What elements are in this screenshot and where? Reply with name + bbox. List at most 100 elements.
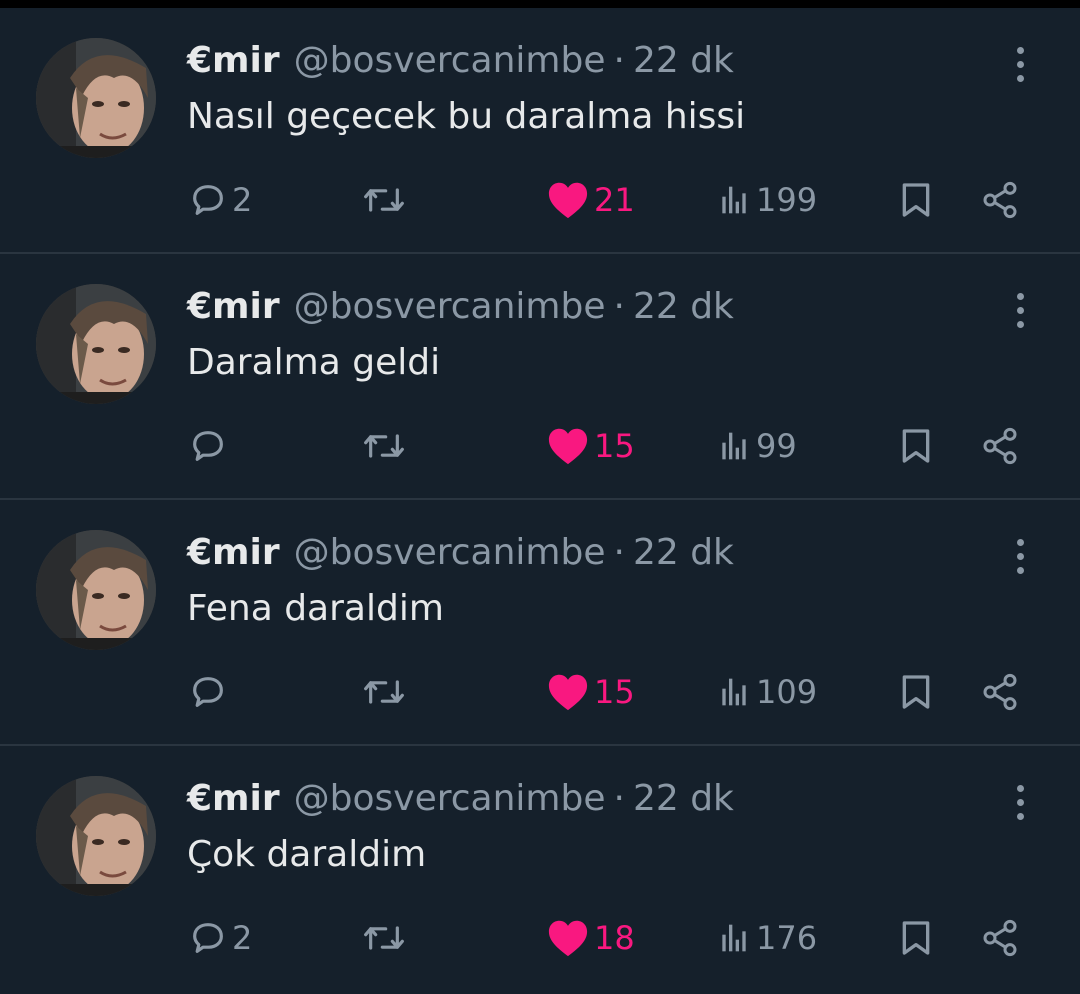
heart-icon [548, 182, 588, 219]
avatar-image [36, 284, 156, 404]
bookmark-button[interactable] [896, 668, 936, 716]
heart-icon [548, 674, 588, 711]
views-button[interactable]: 199 [716, 176, 817, 224]
heart-icon [548, 920, 588, 957]
avatar[interactable] [36, 284, 156, 404]
like-count: 18 [594, 919, 635, 957]
views-icon [722, 432, 746, 460]
views-button[interactable]: 99 [716, 422, 797, 470]
avatar[interactable] [36, 530, 156, 650]
more-icon[interactable] [1004, 42, 1036, 86]
reply-icon [193, 431, 223, 461]
share-button[interactable] [978, 668, 1022, 716]
share-icon [983, 427, 1017, 465]
bookmark-icon [902, 429, 930, 463]
display-name[interactable]: €mir [187, 532, 280, 573]
like-button[interactable]: 15 [546, 668, 635, 716]
tweet[interactable]: €mir @bosvercanimbe · 22 dk Daralma geld… [0, 254, 1080, 500]
tweet-header: €mir @bosvercanimbe · 22 dk [187, 530, 734, 574]
retweet-icon [364, 434, 404, 458]
bookmark-button[interactable] [896, 422, 936, 470]
share-button[interactable] [978, 422, 1022, 470]
timestamp[interactable]: 22 dk [633, 40, 734, 81]
share-button[interactable] [978, 176, 1022, 224]
avatar-image [36, 776, 156, 896]
like-count: 21 [594, 181, 635, 219]
tweet[interactable]: €mir @bosvercanimbe · 22 dk Nasıl geçece… [0, 8, 1080, 254]
display-name[interactable]: €mir [187, 286, 280, 327]
action-bar: 2 21 199 [0, 176, 1080, 224]
tweet-text: Nasıl geçecek bu daralma hissi [187, 96, 746, 137]
reply-count: 2 [232, 919, 253, 957]
like-button[interactable]: 21 [546, 176, 635, 224]
more-icon[interactable] [1004, 288, 1036, 332]
avatar[interactable] [36, 38, 156, 158]
tweet-text: Çok daraldim [187, 834, 427, 875]
retweet-button[interactable] [362, 422, 406, 470]
bookmark-icon [902, 921, 930, 955]
retweet-button[interactable] [362, 914, 406, 962]
bookmark-button[interactable] [896, 176, 936, 224]
avatar-image [36, 530, 156, 650]
views-count: 199 [756, 181, 818, 219]
bookmark-icon [902, 183, 930, 217]
reply-count: 2 [232, 181, 253, 219]
display-name[interactable]: €mir [187, 40, 280, 81]
reply-button[interactable] [188, 668, 232, 716]
action-bar: 2 18 176 [0, 914, 1080, 962]
timestamp[interactable]: 22 dk [633, 286, 734, 327]
timestamp[interactable]: 22 dk [633, 778, 734, 819]
reply-icon [193, 923, 223, 953]
display-name[interactable]: €mir [187, 778, 280, 819]
user-handle[interactable]: @bosvercanimbe [294, 532, 606, 573]
reply-icon [193, 677, 223, 707]
heart-icon [548, 428, 588, 465]
bookmark-icon [902, 675, 930, 709]
action-bar: 15 109 [0, 668, 1080, 716]
bookmark-button[interactable] [896, 914, 936, 962]
reply-button[interactable]: 2 [188, 176, 252, 224]
separator: · [613, 285, 625, 327]
views-icon [722, 924, 746, 952]
retweet-icon [364, 188, 404, 212]
reply-button[interactable] [188, 422, 232, 470]
like-button[interactable]: 18 [546, 914, 635, 962]
tweet-text: Daralma geldi [187, 342, 441, 383]
tweet-header: €mir @bosvercanimbe · 22 dk [187, 776, 734, 820]
reply-button[interactable]: 2 [188, 914, 252, 962]
views-button[interactable]: 176 [716, 914, 817, 962]
user-handle[interactable]: @bosvercanimbe [294, 286, 606, 327]
action-bar: 15 99 [0, 422, 1080, 470]
tweet[interactable]: €mir @bosvercanimbe · 22 dk Fena daraldi… [0, 500, 1080, 746]
separator: · [613, 531, 625, 573]
top-edge [0, 0, 1080, 8]
like-count: 15 [594, 427, 635, 465]
views-button[interactable]: 109 [716, 668, 817, 716]
more-icon[interactable] [1004, 780, 1036, 824]
like-count: 15 [594, 673, 635, 711]
views-count: 99 [756, 427, 797, 465]
separator: · [613, 777, 625, 819]
user-handle[interactable]: @bosvercanimbe [294, 778, 606, 819]
views-count: 109 [756, 673, 818, 711]
tweet-text: Fena daraldim [187, 588, 444, 629]
more-icon[interactable] [1004, 534, 1036, 578]
share-icon [983, 181, 1017, 219]
user-handle[interactable]: @bosvercanimbe [294, 40, 606, 81]
retweet-icon [364, 680, 404, 704]
reply-icon [193, 185, 223, 215]
share-icon [983, 673, 1017, 711]
tweet-header: €mir @bosvercanimbe · 22 dk [187, 38, 734, 82]
tweet-feed: €mir @bosvercanimbe · 22 dk Nasıl geçece… [0, 8, 1080, 992]
retweet-button[interactable] [362, 176, 406, 224]
separator: · [613, 39, 625, 81]
avatar-image [36, 38, 156, 158]
share-icon [983, 919, 1017, 957]
retweet-button[interactable] [362, 668, 406, 716]
like-button[interactable]: 15 [546, 422, 635, 470]
retweet-icon [364, 926, 404, 950]
timestamp[interactable]: 22 dk [633, 532, 734, 573]
avatar[interactable] [36, 776, 156, 896]
tweet[interactable]: €mir @bosvercanimbe · 22 dk Çok daraldim… [0, 746, 1080, 992]
share-button[interactable] [978, 914, 1022, 962]
